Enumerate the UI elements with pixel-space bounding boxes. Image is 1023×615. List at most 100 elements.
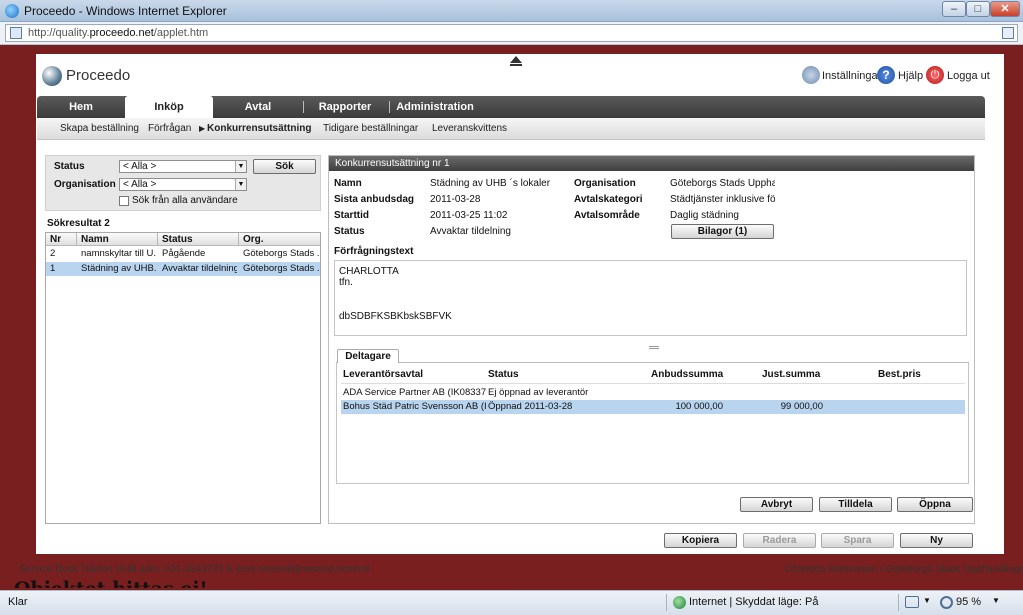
column-header-namn[interactable]: Namn — [81, 234, 109, 245]
footer-user: Charlotta Martinsson / Göteborgs Stads U… — [785, 564, 1023, 575]
detail-header: Konkurrensutsättning nr 1 — [329, 156, 974, 171]
status-label: Status — [334, 226, 365, 237]
tab-deltagare[interactable]: Deltagare — [337, 349, 399, 363]
app-container: Proceedo Inställningar ? Hjälp ⏻ Logga u… — [36, 54, 1004, 554]
search-button[interactable]: Sök — [253, 159, 316, 174]
footer-contact: Service Desk Telefon UHB adm: 031-334372… — [19, 564, 370, 575]
chevron-down-icon[interactable]: ▼ — [992, 596, 1000, 605]
column-header-nr[interactable]: Nr — [50, 234, 61, 245]
url-field[interactable]: http://quality.proceedo.net/applet.htm — [5, 24, 1018, 42]
table-row[interactable]: 2 namnskyltar till U... Pågående Götebor… — [46, 247, 320, 261]
column-separator — [76, 233, 77, 246]
ie-logo-icon — [5, 4, 19, 18]
tab-rapporter[interactable]: Rapporter — [309, 96, 381, 118]
table-row-selected[interactable]: 1 Städning av UHB... Avvaktar tildelning… — [46, 262, 320, 276]
cell-name: namnskyltar till U... — [81, 248, 156, 259]
status-filter-value: < Alla > — [123, 161, 157, 172]
inquiry-line: CHARLOTTA — [339, 266, 399, 277]
zoom-icon[interactable] — [940, 596, 953, 609]
logout-icon[interactable]: ⏻ — [926, 66, 944, 84]
chevron-down-icon[interactable]: ▼ — [923, 596, 931, 605]
main-nav: Hem Inköp Avtal Rapporter Administration — [37, 96, 985, 119]
column-header-bid[interactable]: Anbudssumma — [651, 369, 723, 380]
window-title: Proceedo - Windows Internet Explorer — [24, 4, 227, 18]
cell-org: Göteborgs Stads ... — [243, 263, 319, 274]
inquiry-textarea[interactable]: CHARLOTTA tfn. dbSDBFKSBKbskSBFVK — [334, 260, 967, 336]
status-value: Avvaktar tildelning — [430, 226, 511, 237]
collapse-header-icon[interactable] — [510, 56, 522, 63]
compatibility-view-icon[interactable] — [1002, 27, 1014, 39]
organisation-value: Göteborgs Stads Upphandl — [670, 178, 775, 189]
url-text: http://quality.proceedo.net/applet.htm — [28, 27, 209, 39]
column-header-best-price[interactable]: Best.pris — [878, 369, 921, 380]
status-filter-label: Status — [54, 161, 85, 172]
detail-panel: Konkurrensutsättning nr 1 Namn Städning … — [328, 155, 975, 524]
organisation-filter-select[interactable]: < Alla > ▼ — [119, 178, 247, 191]
subnav-skapa-bestallning[interactable]: Skapa beställning — [60, 123, 139, 134]
participants-table: Leverantörsavtal Status Anbudssumma Just… — [336, 363, 969, 484]
subnav-tidigare-bestallningar[interactable]: Tidigare beställningar — [323, 123, 418, 134]
column-header-supplier[interactable]: Leverantörsavtal — [343, 369, 423, 380]
assign-button[interactable]: Tilldela — [819, 497, 892, 512]
attachments-button[interactable]: Bilagor (1) — [671, 224, 774, 239]
all-users-checkbox[interactable] — [119, 196, 129, 206]
logout-link[interactable]: Logga ut — [947, 70, 990, 82]
deadline-value: 2011-03-28 — [430, 194, 481, 205]
subnav-forfragan[interactable]: Förfrågan — [148, 123, 191, 134]
category-label: Avtalskategori — [574, 194, 643, 205]
tab-administration[interactable]: Administration — [393, 96, 477, 118]
column-header-status[interactable]: Status — [162, 234, 193, 245]
area-value: Daglig städning — [670, 210, 739, 221]
column-separator — [157, 233, 158, 246]
open-button[interactable]: Öppna — [897, 497, 973, 512]
tab-avtal[interactable]: Avtal — [227, 96, 289, 118]
status-text: Klar — [8, 596, 28, 608]
tab-inkop[interactable]: Inköp — [125, 96, 213, 119]
column-header-status[interactable]: Status — [488, 369, 519, 380]
globe-icon — [673, 596, 686, 609]
maximize-button[interactable]: □ — [966, 1, 990, 17]
minimize-button[interactable]: ‒ — [942, 1, 966, 17]
subnav-konkurrensutsattning[interactable]: Konkurrensutsättning — [207, 123, 311, 134]
cell-supplier: Bohus Städ Patric Svensson AB (I... — [343, 401, 486, 412]
participant-row-selected[interactable]: Bohus Städ Patric Svensson AB (I... Öppn… — [341, 400, 965, 414]
security-zone[interactable]: Internet | Skyddat läge: På — [689, 596, 818, 608]
zoom-level[interactable]: 95 % — [956, 596, 981, 608]
cell-name: Städning av UHB... — [81, 263, 156, 274]
results-title: Sökresultat 2 — [47, 218, 110, 229]
column-header-adjusted[interactable]: Just.summa — [762, 369, 820, 380]
inquiry-label: Förfrågningstext — [334, 246, 414, 257]
category-value: Städtjänster inklusive fönst — [670, 194, 775, 205]
inquiry-line: dbSDBFKSBKbskSBFVK — [339, 311, 452, 322]
nav-separator — [303, 101, 304, 113]
cell-status: Ej öppnad av leverantör — [488, 387, 589, 398]
chevron-down-icon[interactable]: ▼ — [235, 179, 246, 190]
close-window-button[interactable]: ✕ — [990, 1, 1020, 17]
active-arrow-icon: ▶ — [199, 124, 206, 133]
cell-org: Göteborgs Stads ... — [243, 248, 319, 259]
name-value: Städning av UHB ´s lokaler — [430, 178, 551, 189]
tab-hem[interactable]: Hem — [51, 96, 111, 118]
splitter-handle[interactable] — [649, 346, 659, 349]
collapse-header-bar — [510, 64, 522, 66]
new-button[interactable]: Ny — [900, 533, 973, 548]
cell-status: Öppnad 2011-03-28 — [488, 401, 573, 412]
status-filter-select[interactable]: < Alla > ▼ — [119, 160, 247, 173]
delete-button[interactable]: Radera — [743, 533, 816, 548]
column-header-org[interactable]: Org. — [243, 234, 264, 245]
subnav-leveranskvittens[interactable]: Leveranskvittens — [432, 123, 507, 134]
chevron-down-icon[interactable]: ▼ — [235, 161, 246, 172]
settings-icon[interactable] — [802, 66, 820, 84]
status-bar: Klar Internet | Skyddat läge: På ▼ 95 % … — [0, 590, 1023, 615]
save-button[interactable]: Spara — [821, 533, 894, 548]
participant-row[interactable]: ADA Service Partner AB (IK08337-... Ej ö… — [341, 386, 965, 400]
protected-mode-icon[interactable] — [905, 596, 919, 608]
help-link[interactable]: Hjälp — [898, 70, 923, 82]
copy-button[interactable]: Kopiera — [664, 533, 737, 548]
cancel-button[interactable]: Avbryt — [740, 497, 813, 512]
cell-adjusted: 99 000,00 — [780, 401, 823, 412]
settings-link[interactable]: Inställningar — [822, 70, 881, 82]
sub-nav: Skapa beställning Förfrågan ▶ Konkurrens… — [37, 118, 985, 140]
help-icon[interactable]: ? — [877, 66, 895, 84]
cell-nr: 2 — [50, 248, 56, 259]
